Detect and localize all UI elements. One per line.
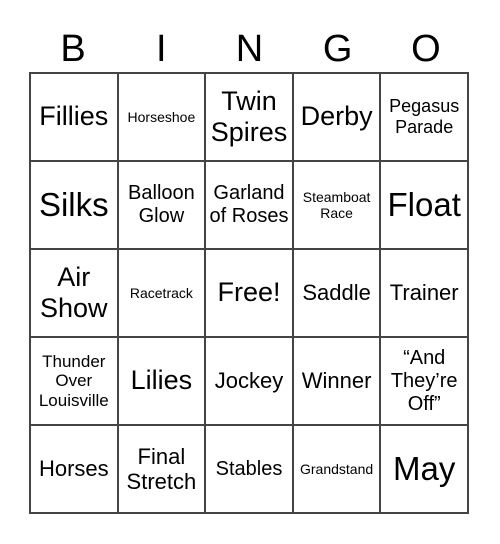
bingo-cell[interactable]: Fillies	[30, 73, 118, 161]
bingo-cell[interactable]: Jockey	[205, 337, 293, 425]
bingo-cell[interactable]: Pegasus Parade	[380, 73, 468, 161]
free-cell[interactable]: Free!	[205, 249, 293, 337]
bingo-cell[interactable]: Trainer	[380, 249, 468, 337]
bingo-cell[interactable]: Steamboat Race	[292, 161, 381, 249]
bingo-cell[interactable]: Silks	[30, 161, 118, 249]
bingo-cell[interactable]: Saddle	[292, 249, 381, 337]
header-letter-o: O	[411, 28, 441, 70]
bingo-cell[interactable]: Stables	[205, 425, 293, 513]
bingo-cell[interactable]: Grandstand	[292, 425, 381, 513]
bingo-cell[interactable]: Garland of Roses	[205, 161, 293, 249]
bingo-cell[interactable]: Racetrack	[117, 249, 206, 337]
bingo-cell[interactable]: Derby	[292, 73, 381, 161]
bingo-cell[interactable]: Air Show	[30, 249, 118, 337]
bingo-cell[interactable]: Balloon Glow	[117, 161, 206, 249]
bingo-cell[interactable]: Horses	[30, 425, 118, 513]
bingo-cell[interactable]: Final Stretch	[117, 425, 206, 513]
bingo-cell[interactable]: “And They’re Off”	[380, 337, 468, 425]
bingo-cell[interactable]: May	[380, 425, 468, 513]
header-letter-n: N	[235, 28, 264, 70]
bingo-cell[interactable]: Lilies	[117, 337, 206, 425]
bingo-cell[interactable]: Twin Spires	[205, 73, 293, 161]
header-letter-g: G	[322, 28, 353, 70]
header-letter-i: I	[156, 28, 167, 70]
header-letter-b: B	[60, 28, 86, 70]
bingo-grid: Fillies Horseshoe Twin Spires Derby Pega…	[29, 72, 469, 514]
bingo-cell[interactable]: Horseshoe	[117, 73, 206, 161]
bingo-header: B I N G O	[29, 26, 470, 72]
bingo-cell[interactable]: Thunder Over Louisville	[30, 337, 118, 425]
bingo-cell[interactable]: Float	[380, 161, 468, 249]
bingo-cell[interactable]: Winner	[292, 337, 381, 425]
